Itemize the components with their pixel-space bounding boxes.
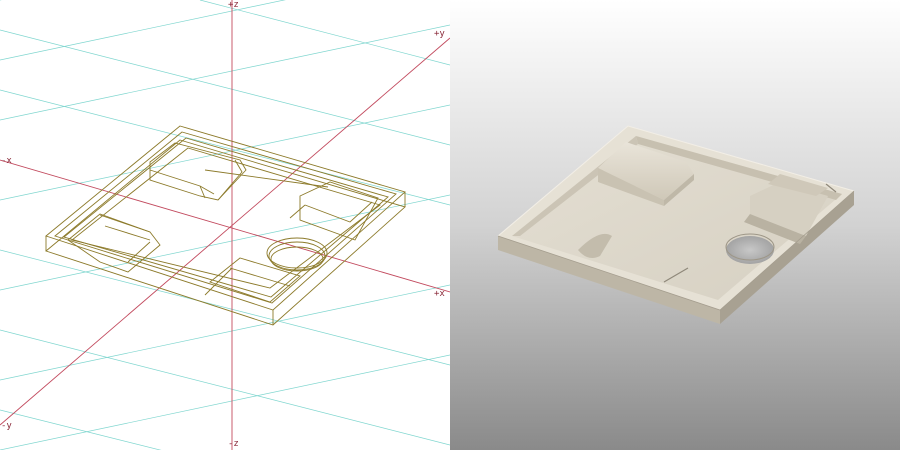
axis-label-neg-y: -y <box>1 421 12 431</box>
shaded-canvas[interactable] <box>450 0 900 450</box>
shaded-viewport[interactable] <box>450 0 900 450</box>
axis-label-neg-z: -z <box>228 439 239 449</box>
axis-lines <box>0 0 450 450</box>
wireframe-viewport[interactable]: +z -z +y -y +x -x <box>0 0 450 450</box>
tray-wireframe-icon <box>45 125 406 326</box>
wireframe-canvas[interactable]: +z -z +y -y +x -x <box>0 0 450 450</box>
y-axis <box>0 37 450 426</box>
axis-label-pos-y: +y <box>434 29 445 39</box>
axis-label-pos-z: +z <box>228 0 239 10</box>
tray-shaded-icon <box>497 125 855 324</box>
axis-label-neg-x: -x <box>1 156 12 166</box>
axis-label-pos-x: +x <box>434 289 445 299</box>
grid-lines <box>0 0 450 450</box>
